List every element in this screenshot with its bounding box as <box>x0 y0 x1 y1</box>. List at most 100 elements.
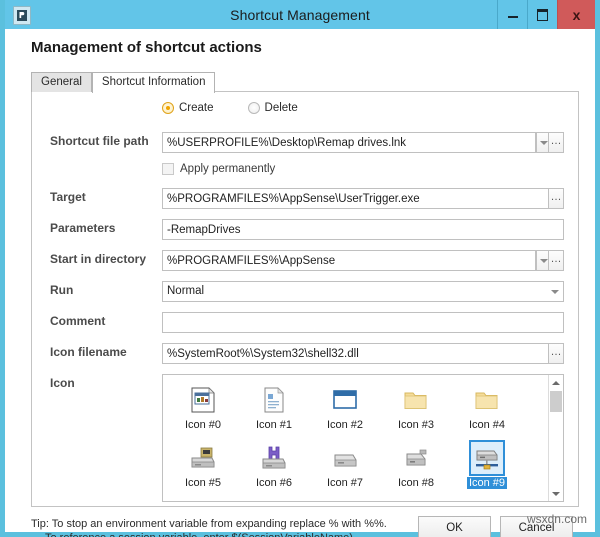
shortcut-file-path-input[interactable] <box>162 132 536 153</box>
chevron-down-icon <box>552 492 560 496</box>
label-shortcut-file-path: Shortcut file path <box>50 134 149 148</box>
radio-delete-icon <box>248 102 260 114</box>
chevron-down-icon <box>551 290 559 294</box>
row-target: Target … <box>32 188 578 210</box>
document-window-icon <box>187 384 219 416</box>
action-radio-group: Create Delete <box>162 102 332 114</box>
removable-drive-icon <box>400 442 432 474</box>
checkbox-unchecked-icon <box>162 163 174 175</box>
row-comment: Comment <box>32 312 578 334</box>
radio-create[interactable]: Create <box>162 102 214 114</box>
icon-item-4[interactable]: Icon #4 <box>453 381 521 439</box>
icon-item-0[interactable]: Icon #0 <box>169 381 237 439</box>
document-text-icon <box>258 384 290 416</box>
start-in-directory-input[interactable] <box>162 250 536 271</box>
parameters-input[interactable] <box>162 219 564 240</box>
icon-filename-browse-button[interactable]: … <box>548 343 564 364</box>
chevron-up-icon <box>552 381 560 385</box>
apply-permanently-checkbox[interactable]: Apply permanently <box>162 163 275 175</box>
folder-icon <box>400 384 432 416</box>
minimize-button[interactable] <box>497 0 527 29</box>
radio-delete-label: Delete <box>265 102 298 114</box>
icon-item-8[interactable]: Icon #8 <box>382 439 450 497</box>
row-shortcut-file-path: Shortcut file path … <box>32 132 578 154</box>
icon-item-5[interactable]: Icon #5 <box>169 439 237 497</box>
scroll-down-button[interactable] <box>549 486 563 501</box>
shortcut-information-panel: Create Delete Shortcut file path … <box>31 91 579 507</box>
folder-icon <box>471 384 503 416</box>
ellipsis-icon: … <box>551 191 562 203</box>
icon-item-3[interactable]: Icon #3 <box>382 381 450 439</box>
icon-item-label: Icon #4 <box>467 419 507 431</box>
icon-item-2[interactable]: Icon #2 <box>311 381 379 439</box>
run-dropdown-button[interactable] <box>547 283 562 300</box>
label-icon-filename: Icon filename <box>50 345 127 359</box>
maximize-button[interactable] <box>527 0 557 29</box>
label-parameters: Parameters <box>50 221 115 235</box>
icon-item-label: Icon #7 <box>325 477 365 489</box>
dialog-content: Management of shortcut actions General S… <box>5 29 595 532</box>
ellipsis-icon: … <box>551 253 562 265</box>
radio-delete[interactable]: Delete <box>248 102 298 114</box>
start-in-directory-browse-button[interactable]: … <box>548 250 564 271</box>
app-shortcut-icon <box>13 6 31 25</box>
ellipsis-icon: … <box>551 346 562 358</box>
window-icon <box>329 384 361 416</box>
icon-item-label: Icon #8 <box>396 477 436 489</box>
tab-general[interactable]: General <box>31 72 92 92</box>
title-bar: Shortcut Management x <box>5 0 595 29</box>
label-comment: Comment <box>50 314 105 328</box>
icon-item-label: Icon #9 <box>467 477 507 489</box>
row-parameters: Parameters <box>32 219 578 241</box>
disk-drive-icon <box>329 442 361 474</box>
icon-item-label: Icon #2 <box>325 419 365 431</box>
screenshot-root: Shortcut Management x Management of shor… <box>0 0 600 537</box>
ok-button[interactable]: OK <box>418 516 491 537</box>
scrollbar-thumb[interactable] <box>550 391 562 412</box>
close-icon: x <box>573 8 581 22</box>
drive-h-icon <box>258 442 290 474</box>
run-selected-value: Normal <box>167 285 204 297</box>
icon-item-7[interactable]: Icon #7 <box>311 439 379 497</box>
tab-shortcut-information[interactable]: Shortcut Information <box>92 72 216 93</box>
caption-buttons: x <box>497 0 595 29</box>
row-icon-filename: Icon filename … <box>32 343 578 365</box>
page-title: Management of shortcut actions <box>31 39 262 56</box>
window-title: Shortcut Management <box>230 7 370 23</box>
icon-item-label: Icon #1 <box>254 419 294 431</box>
watermark: wsxdn.com <box>527 512 587 526</box>
target-browse-button[interactable]: … <box>548 188 564 209</box>
network-drive-icon <box>471 442 503 474</box>
chevron-down-icon <box>540 141 548 145</box>
label-start-in-directory: Start in directory <box>50 252 146 266</box>
icon-filename-input[interactable] <box>162 343 550 364</box>
tip-text: Tip: To stop an environment variable fro… <box>31 517 387 537</box>
minimize-icon <box>508 16 518 18</box>
icon-item-9[interactable]: Icon #9 <box>453 439 521 497</box>
hard-drive-icon <box>187 442 219 474</box>
icon-item-1[interactable]: Icon #1 <box>240 381 308 439</box>
icon-list[interactable]: Icon #0 <box>162 374 564 502</box>
tip-line-1: Tip: To stop an environment variable fro… <box>31 518 387 530</box>
ellipsis-icon: … <box>551 135 562 147</box>
label-run: Run <box>50 283 73 297</box>
comment-input[interactable] <box>162 312 564 333</box>
tip-line-2: To reference a session variable, enter $… <box>31 531 387 537</box>
icon-list-scrollbar[interactable] <box>548 375 563 501</box>
row-run: Run Normal <box>32 281 578 303</box>
icon-item-label: Icon #0 <box>183 419 223 431</box>
maximize-icon <box>537 9 548 21</box>
icon-item-6[interactable]: Icon #6 <box>240 439 308 497</box>
radio-create-label: Create <box>179 102 214 114</box>
target-input[interactable] <box>162 188 550 209</box>
run-combobox[interactable]: Normal <box>162 281 564 302</box>
apply-permanently-label: Apply permanently <box>180 163 275 175</box>
icon-item-label: Icon #3 <box>396 419 436 431</box>
tab-strip: General Shortcut Information <box>31 72 215 92</box>
radio-create-icon <box>162 102 174 114</box>
label-icon: Icon <box>50 376 75 390</box>
close-button[interactable]: x <box>557 0 595 29</box>
scroll-up-button[interactable] <box>549 375 563 390</box>
shortcut-file-path-browse-button[interactable]: … <box>548 132 564 153</box>
chevron-down-icon <box>540 259 548 263</box>
